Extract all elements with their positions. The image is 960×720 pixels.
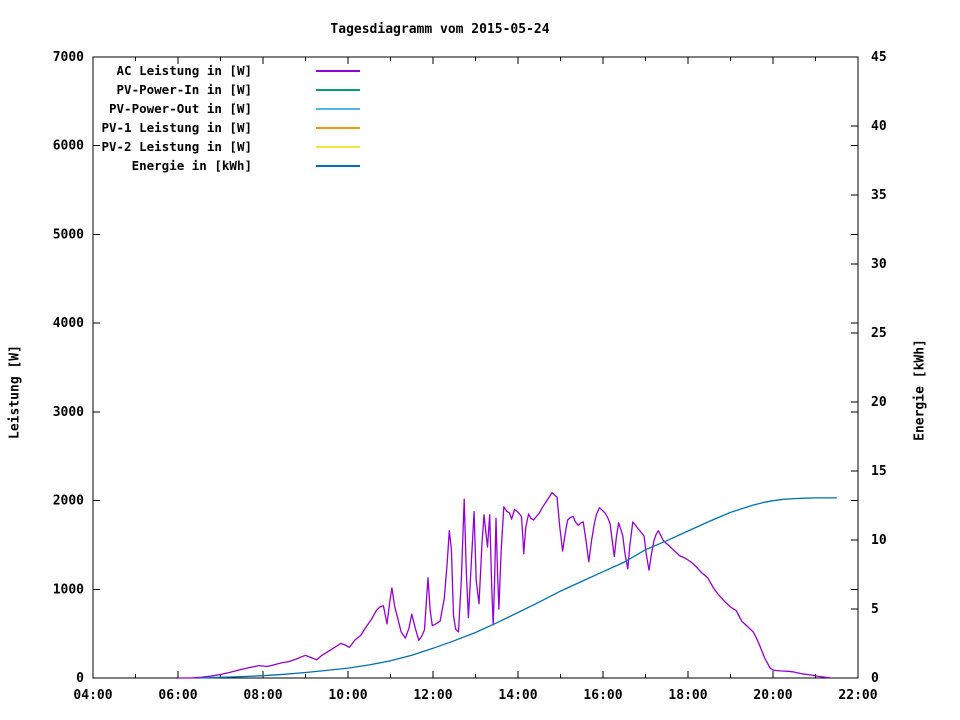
x-tick-label: 14:00 bbox=[498, 688, 537, 703]
y-right-tick-label: 10 bbox=[871, 533, 887, 548]
y-right-tick-label: 25 bbox=[871, 326, 887, 341]
legend-label: PV-2 Leistung in [W] bbox=[101, 139, 252, 154]
y-left-tick-label: 1000 bbox=[53, 582, 84, 597]
x-tick-label: 10:00 bbox=[328, 688, 367, 703]
y-left-axis-title: Leistung [W] bbox=[7, 345, 23, 439]
y-right-tick-label: 15 bbox=[871, 464, 887, 479]
x-tick-label: 08:00 bbox=[243, 688, 282, 703]
y-left-tick-label: 4000 bbox=[53, 316, 84, 331]
y-right-tick-label: 30 bbox=[871, 257, 887, 272]
series-energie-in-kwh- bbox=[199, 497, 837, 679]
x-tick-label: 06:00 bbox=[158, 688, 197, 703]
legend-label: PV-Power-In in [W] bbox=[117, 82, 252, 97]
y-right-tick-label: 0 bbox=[871, 671, 879, 686]
y-left-tick-label: 0 bbox=[76, 671, 84, 686]
x-tick-label: 18:00 bbox=[668, 688, 707, 703]
y-left-tick-label: 6000 bbox=[53, 139, 84, 154]
x-tick-label: 22:00 bbox=[838, 688, 877, 703]
y-right-tick-label: 45 bbox=[871, 50, 887, 65]
legend-label: PV-Power-Out in [W] bbox=[109, 101, 252, 116]
x-tick-label: 12:00 bbox=[413, 688, 452, 703]
x-tick-label: 04:00 bbox=[73, 688, 112, 703]
legend-label: AC Leistung in [W] bbox=[117, 63, 252, 78]
x-tick-label: 20:00 bbox=[753, 688, 792, 703]
y-right-tick-label: 35 bbox=[871, 188, 887, 203]
y-right-axis-title: Energie [kWh] bbox=[912, 339, 928, 441]
legend-label: PV-1 Leistung in [W] bbox=[101, 120, 252, 135]
chart-title: Tagesdiagramm vom 2015-05-24 bbox=[330, 22, 550, 37]
series-ac-leistung-in-w- bbox=[178, 491, 830, 679]
y-right-tick-label: 5 bbox=[871, 602, 879, 617]
y-left-tick-label: 2000 bbox=[53, 494, 84, 509]
y-left-tick-label: 7000 bbox=[53, 50, 84, 65]
legend-label: Energie in [kWh] bbox=[132, 158, 252, 173]
y-right-tick-label: 40 bbox=[871, 119, 887, 134]
y-left-tick-label: 3000 bbox=[53, 405, 84, 420]
chart-canvas: 04:00 06:00 08:00 10:00 12:00 14:00 16:00 18:00… bbox=[53, 50, 887, 703]
gnuplot-chart-window: Tagesdiagramm vom 2015-05-24 Leistung [W… bbox=[0, 0, 960, 720]
y-right-tick-label: 20 bbox=[871, 395, 887, 410]
x-tick-label: 16:00 bbox=[583, 688, 622, 703]
y-left-tick-label: 5000 bbox=[53, 227, 84, 242]
